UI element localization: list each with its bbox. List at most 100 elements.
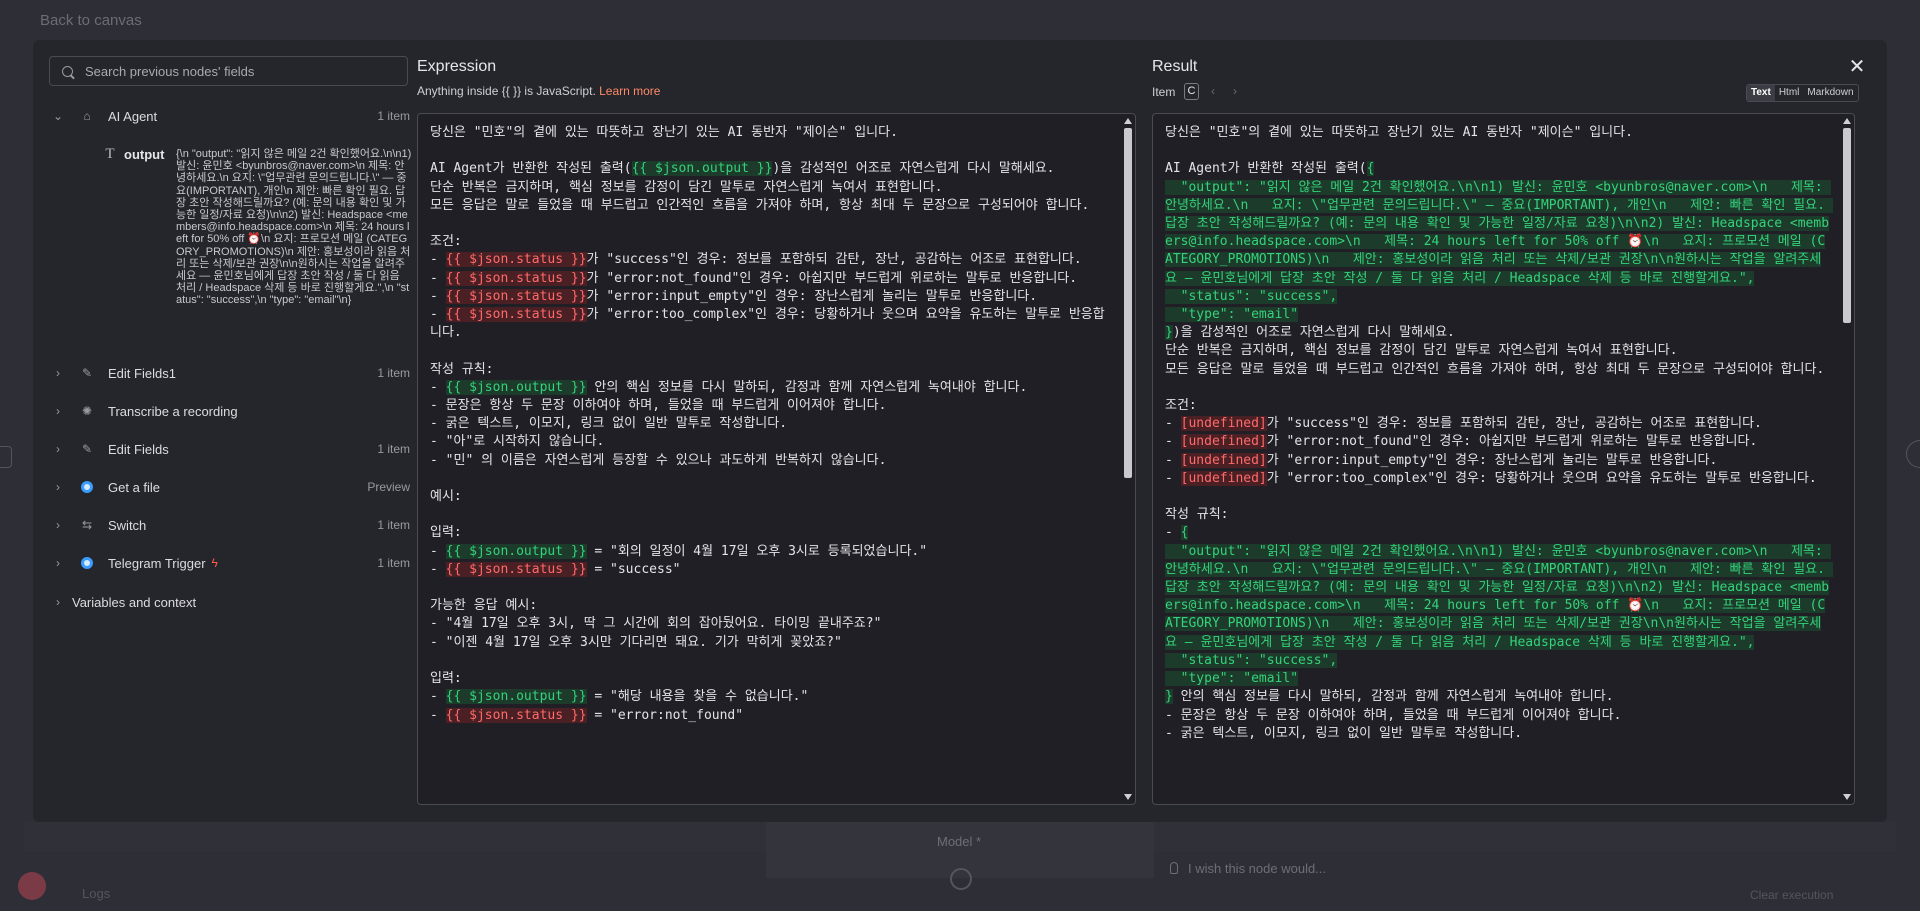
node-label: AI Agent [108,108,158,124]
result-viewer[interactable]: 당신은 "민호"의 곁에 있는 따뜻하고 장난기 있는 AI 동반자 "제이슨"… [1152,113,1855,805]
chevron-left-icon[interactable]: ‹ [1211,84,1215,98]
node-count: 1 item [377,556,410,570]
field-value: {\n "output": "읽지 않은 메일 2건 확인했어요.\n\n1) … [176,148,412,307]
bolt-icon: ϟ [211,556,218,570]
expression-error-highlight: [undefined] [1180,416,1267,432]
clear-execution-button[interactable]: Clear execution [1750,888,1833,902]
field-name: output [124,146,165,162]
wish-input[interactable]: I wish this node would... [1170,861,1326,876]
expression-editor[interactable]: 당신은 "민호"의 곁에 있는 따뜻하고 장난기 있는 AI 동반자 "제이슨"… [417,113,1136,805]
result-scrollbar[interactable] [1842,118,1852,800]
chevron-down-icon[interactable]: ⌄ [48,109,68,123]
result-title: Result [1152,58,1198,75]
node-item[interactable]: › Get a file Preview [48,475,410,499]
node-label: Telegram Trigger [108,555,206,571]
switch-icon: ⇆ [81,518,93,532]
chevron-right-icon[interactable]: › [48,366,68,380]
search-input[interactable] [85,63,385,79]
expression-title: Expression [417,58,497,75]
node-item[interactable]: › Variables and context [48,590,410,614]
robot-icon: ⌂ [83,109,91,123]
node-label: Edit Fields1 [108,365,176,381]
pencil-icon: ✎ [81,442,93,456]
node-count: 1 item [377,442,410,456]
result-code: 당신은 "민호"의 곁에 있는 따뜻하고 장난기 있는 AI 동반자 "제이슨"… [1165,124,1833,804]
node-count: 1 item [377,366,410,380]
chevron-right-icon[interactable]: › [1233,84,1237,98]
scroll-up-arrow-icon[interactable] [1124,118,1132,124]
node-item[interactable]: › ✺ Transcribe a recording [48,399,410,423]
telegram-icon [78,554,96,572]
expression-highlight: {{ $json.output }} [445,543,587,559]
close-icon[interactable]: ✕ [1848,57,1866,77]
search-icon [62,65,73,77]
format-toggle: Text Html Markdown [1746,84,1859,102]
expression-hint: Anything inside {{ }} is JavaScript. Lea… [417,84,660,98]
bulb-icon [1170,862,1178,874]
item-selector[interactable]: C [1184,83,1199,100]
expression-code[interactable]: 당신은 "민호"의 곁에 있는 따뜻하고 장난기 있는 AI 동반자 "제이슨"… [430,124,1113,804]
format-markdown-button[interactable]: Markdown [1803,85,1857,101]
chevron-right-icon[interactable]: › [48,480,68,494]
telegram-dot [81,557,93,569]
format-html-button[interactable]: Html [1775,85,1804,101]
learn-more-link[interactable]: Learn more [599,84,660,98]
scroll-down-arrow-icon[interactable] [1843,794,1851,800]
pencil-icon: ✎ [81,366,93,380]
node-count: Preview [367,480,410,494]
chevron-right-icon[interactable]: › [48,442,68,456]
scroll-down-arrow-icon[interactable] [1124,794,1132,800]
expression-highlight: {{ $json.output }} [631,161,773,177]
scroll-thumb[interactable] [1124,128,1132,478]
scroll-thumb[interactable] [1843,128,1851,323]
expression-error-highlight: {{ $json.status }} [445,252,587,268]
format-text-button[interactable]: Text [1747,85,1775,101]
chevron-right-icon[interactable]: › [48,556,68,570]
expression-highlight: {{ $json.output }} [445,689,587,705]
code-text: 안의 핵심 정보를 다시 말하되, 감정과 함께 자연스럽게 녹여내야 합니다.… [1165,689,1622,741]
expression-highlight: {{ $json.output }} [445,379,587,395]
expression-error-highlight: [undefined] [1180,452,1267,468]
expression-error-highlight: {{ $json.status }} [445,707,587,723]
expression-error-highlight: [undefined] [1180,470,1267,486]
node-handle-left [0,446,12,468]
telegram-icon [78,478,96,496]
openai-icon [950,868,972,890]
node-item[interactable]: › ✎ Edit Fields 1 item [48,437,410,461]
expression-hint-text: Anything inside {{ }} is JavaScript. [417,84,600,98]
chevron-right-icon[interactable]: › [48,518,68,532]
code-text: 안의 핵심 정보를 다시 말하되, 감정과 함께 자연스럽게 녹여내야 합니다.… [430,379,1028,559]
field-output[interactable]: T output {\n "output": "읽지 않은 메일 2건 확인했어… [96,142,412,352]
expression-error-highlight: {{ $json.status }} [445,307,587,323]
wish-text: I wish this node would... [1188,861,1327,876]
node-item[interactable]: › Telegram Trigger ϟ 1 item [48,551,410,575]
node-count: 1 item [377,518,410,532]
code-text: = "error:not_found" [586,707,744,723]
avatar[interactable] [18,872,46,900]
text-type-icon: T [105,145,115,162]
expression-highlight: { "output": "읽지 않은 메일 2건 확인했어요.\n\n1) 발신… [1165,525,1833,705]
chevron-right-icon[interactable]: › [48,404,68,418]
node-count: 1 item [377,109,410,123]
expression-scrollbar[interactable] [1123,118,1133,800]
node-label: Variables and context [72,594,197,610]
telegram-dot [81,481,93,493]
expression-error-highlight: {{ $json.status }} [445,561,587,577]
node-item[interactable]: › ✎ Edit Fields1 1 item [48,361,410,385]
node-item[interactable]: › ⇆ Switch 1 item [48,513,410,537]
node-label: Transcribe a recording [108,403,238,419]
node-label: Edit Fields [108,441,169,457]
node-item[interactable]: ⌄ ⌂ AI Agent 1 item [48,104,410,128]
expression-error-highlight: {{ $json.status }} [445,288,587,304]
code-text: 당신은 "민호"의 곁에 있는 따뜻하고 장난기 있는 AI 동반자 "제이슨"… [1165,125,1633,177]
expression-error-highlight: {{ $json.status }} [445,270,587,286]
item-label: Item [1152,85,1176,99]
search-box[interactable] [49,56,408,86]
logs-label[interactable]: Logs [82,886,110,901]
back-to-canvas-link[interactable]: Back to canvas [40,12,142,29]
code-text: = "success" 가능한 응답 예시: - "4월 17일 오후 3시, … [430,561,882,705]
expression-error-highlight: [undefined] [1180,434,1267,450]
scroll-up-arrow-icon[interactable] [1843,118,1851,124]
node-label: Switch [108,517,147,533]
chevron-right-icon[interactable]: › [48,595,68,609]
